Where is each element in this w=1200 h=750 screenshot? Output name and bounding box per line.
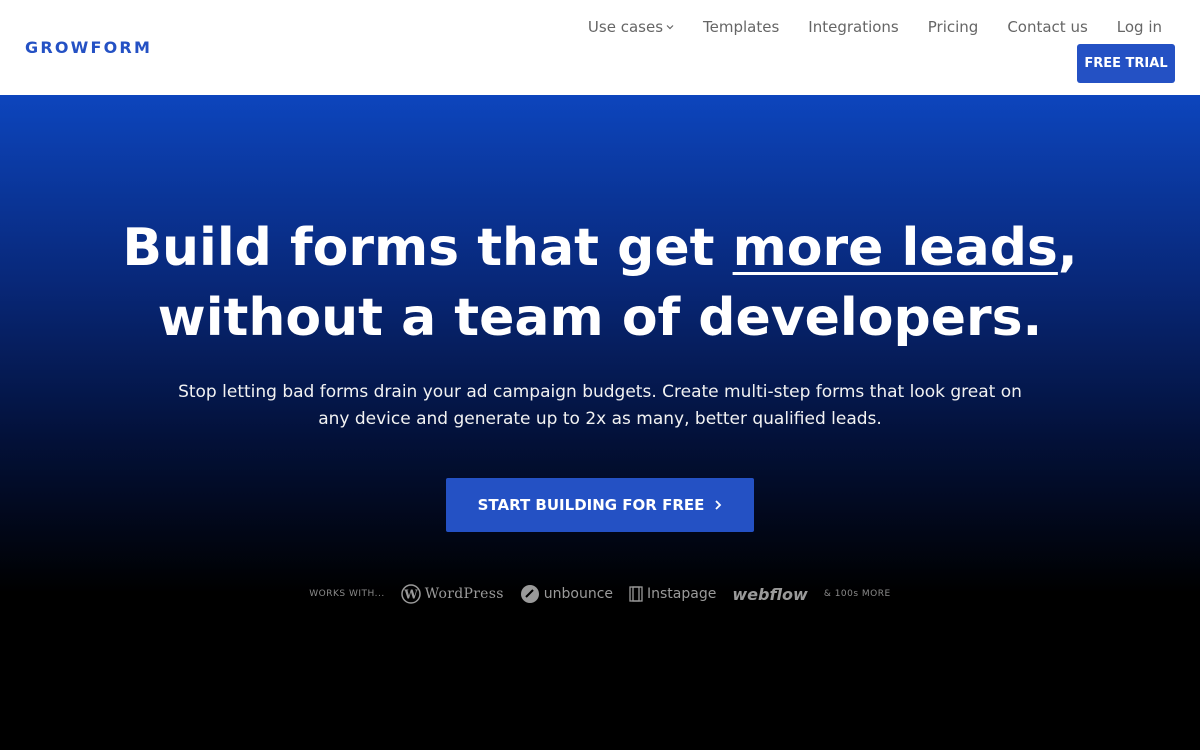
start-building-label: START BUILDING FOR FREE — [477, 496, 705, 514]
wordpress-logo-icon: W — [401, 584, 421, 604]
nav-integrations[interactable]: Integrations — [808, 18, 898, 36]
site-header: GROWFORM Use cases Templates Integration… — [0, 0, 1200, 95]
partner-unbounce-name: unbounce — [543, 586, 614, 602]
works-with-label: WORKS WITH... — [309, 589, 385, 599]
unbounce-logo-icon — [520, 585, 539, 603]
hero-subtext: Stop letting bad forms drain your ad cam… — [178, 382, 1022, 429]
partner-unbounce: unbounce — [520, 584, 613, 604]
logo[interactable]: GROWFORM — [25, 38, 152, 57]
start-building-button[interactable]: START BUILDING FOR FREE — [446, 478, 754, 532]
instapage-logo-icon — [629, 586, 643, 602]
nav-log-in[interactable]: Log in — [1117, 18, 1162, 36]
headline-line2: without a team of developers. — [157, 288, 1043, 348]
nav-pricing[interactable]: Pricing — [928, 18, 979, 36]
chevron-right-icon — [715, 500, 722, 510]
hero-headline: Build forms that get more leads, without… — [0, 213, 1200, 353]
works-with-more: & 100s MORE — [823, 589, 891, 599]
main-nav: Use cases Templates Integrations Pricing… — [588, 18, 1162, 36]
headline-part2: , — [1057, 218, 1078, 278]
chevron-down-icon — [666, 25, 674, 30]
headline-highlight: more leads — [732, 218, 1058, 278]
partner-instapage: Instapage — [629, 586, 716, 602]
partner-wordpress-name: WordPress — [424, 586, 504, 602]
nav-templates[interactable]: Templates — [703, 18, 779, 36]
nav-contact-us[interactable]: Contact us — [1007, 18, 1087, 36]
hero-section: Build forms that get more leads, without… — [0, 95, 1200, 750]
partner-webflow: webflow — [732, 585, 807, 604]
partner-webflow-name: webflow — [732, 584, 808, 604]
headline-part1: Build forms that get — [122, 218, 733, 278]
nav-use-cases-label: Use cases — [587, 18, 664, 36]
svg-text:W: W — [403, 588, 418, 602]
free-trial-button[interactable]: FREE TRIAL — [1077, 44, 1175, 83]
partner-wordpress: W WordPress — [401, 584, 504, 604]
nav-use-cases[interactable]: Use cases — [588, 18, 674, 36]
partner-instapage-name: Instapage — [647, 586, 717, 602]
works-with-bar: WORKS WITH... W WordPress unbounce Insta… — [0, 582, 1200, 606]
